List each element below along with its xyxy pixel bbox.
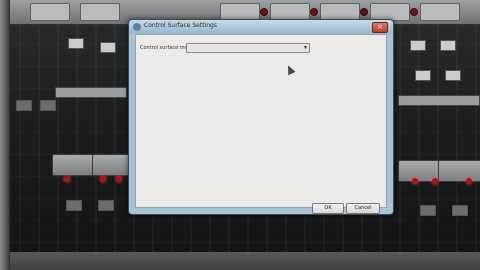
channel-button bbox=[420, 205, 436, 216]
cancel-button[interactable]: Cancel bbox=[346, 203, 380, 214]
channel-button bbox=[410, 40, 426, 51]
red-led bbox=[412, 178, 418, 184]
channel-header bbox=[420, 3, 460, 21]
dialog-title-bar[interactable]: Control Surface Settings × bbox=[129, 20, 393, 34]
control-surface-dialog: Control Surface Settings × Control surfa… bbox=[128, 19, 394, 215]
dialog-title: Control Surface Settings bbox=[144, 22, 217, 29]
channel-button bbox=[40, 100, 56, 111]
led-indicator bbox=[260, 8, 268, 16]
red-led bbox=[466, 178, 472, 184]
close-icon: × bbox=[377, 23, 383, 31]
mixer-band bbox=[398, 95, 480, 106]
channel-button bbox=[445, 70, 461, 81]
ok-button[interactable]: OK bbox=[312, 203, 344, 214]
channel-button bbox=[415, 70, 431, 81]
mode-dropdown[interactable]: ▾ bbox=[186, 43, 310, 53]
mouse-cursor-icon bbox=[284, 63, 296, 76]
red-led bbox=[116, 176, 122, 182]
led-indicator bbox=[410, 8, 418, 16]
chevron-down-icon: ▾ bbox=[303, 44, 307, 51]
mixer-bottom-strip bbox=[10, 252, 480, 270]
led-indicator bbox=[310, 8, 318, 16]
red-led bbox=[100, 176, 106, 182]
channel-button bbox=[98, 200, 114, 211]
channel-header bbox=[30, 3, 70, 21]
red-led bbox=[64, 176, 70, 182]
mixer-band bbox=[55, 87, 127, 98]
monitor-bezel bbox=[0, 0, 10, 270]
channel-button bbox=[68, 38, 84, 49]
channel-button bbox=[100, 42, 116, 53]
led-indicator bbox=[360, 8, 368, 16]
channel-button bbox=[440, 40, 456, 51]
dialog-body: Control surface mode ▾ OK Cancel bbox=[135, 34, 387, 214]
channel-button bbox=[452, 205, 468, 216]
fader-group bbox=[438, 160, 480, 182]
channel-header bbox=[80, 3, 120, 21]
channel-button bbox=[16, 100, 32, 111]
window-icon bbox=[133, 23, 141, 31]
close-button[interactable]: × bbox=[372, 22, 388, 33]
channel-button bbox=[66, 200, 82, 211]
red-led bbox=[432, 178, 438, 184]
